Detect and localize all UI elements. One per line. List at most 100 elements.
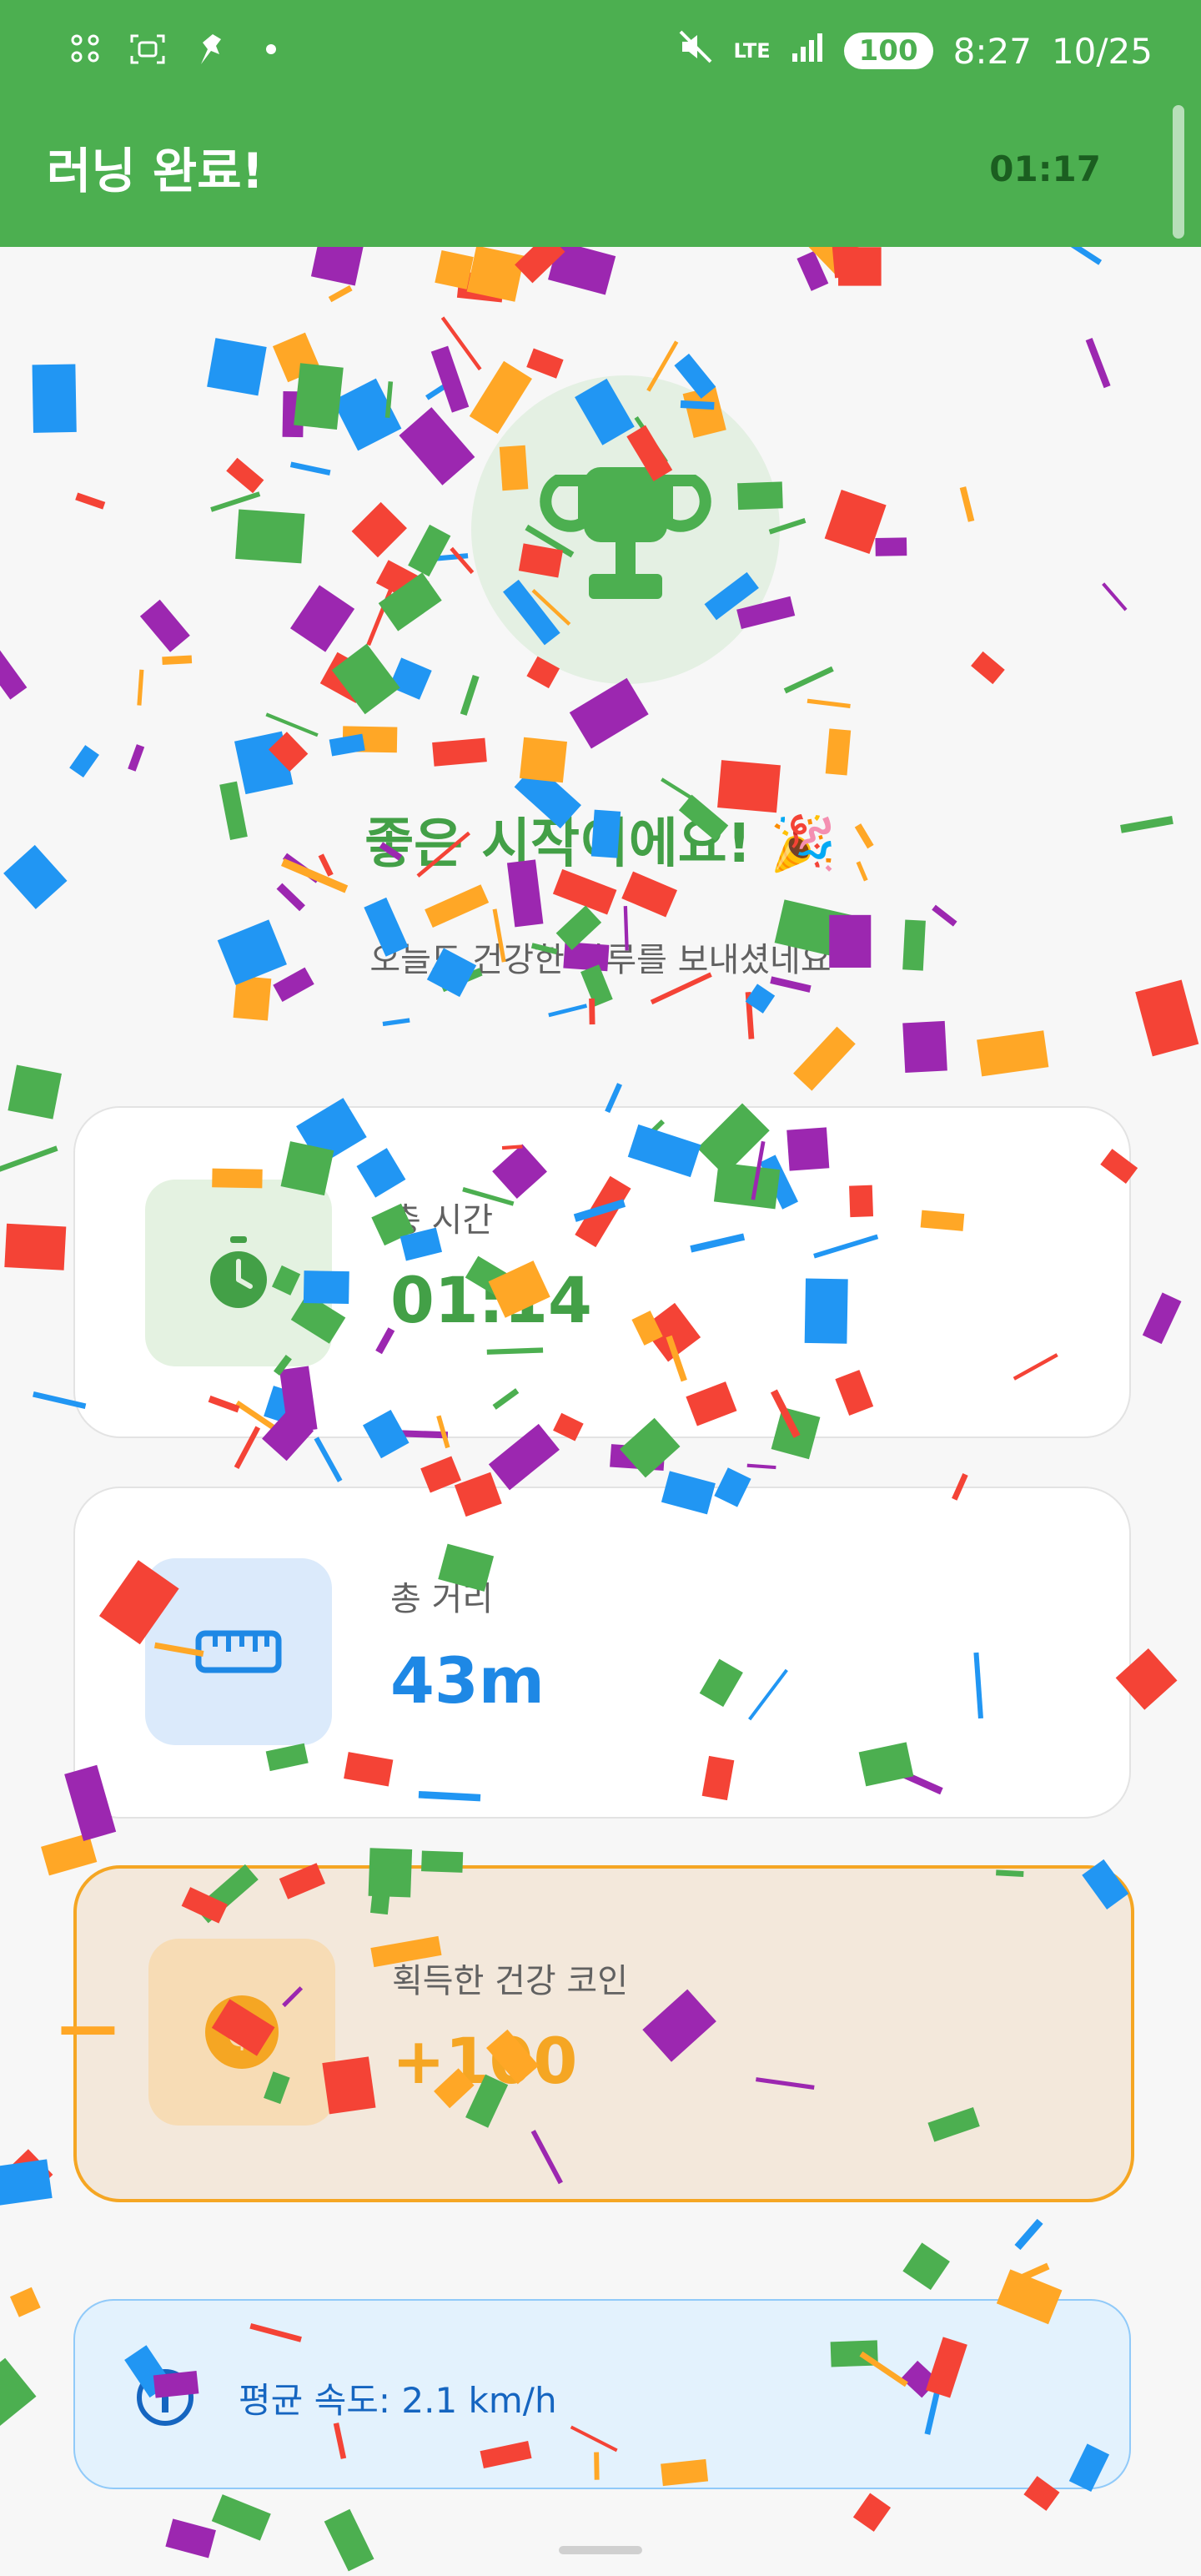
confetti-piece	[425, 375, 460, 400]
confetti-piece	[69, 745, 99, 778]
confetti-piece	[807, 247, 864, 278]
confetti-piece	[328, 284, 353, 303]
confetti-piece	[75, 492, 106, 510]
elapsed-timer: 01:17	[989, 148, 1101, 189]
trophy-icon	[540, 467, 711, 599]
dot-icon	[252, 30, 290, 68]
dollar-coin-icon: $	[205, 1995, 279, 2069]
screenshot-icon	[128, 30, 167, 68]
total-time-card: 총 시간 01:14	[73, 1106, 1131, 1438]
confetti-piece	[351, 501, 407, 558]
ruler-tile	[145, 1558, 332, 1745]
ruler-icon	[195, 1630, 282, 1673]
confetti-piece	[745, 992, 755, 1039]
confetti-piece	[977, 1030, 1049, 1077]
confetti-piece	[139, 599, 190, 652]
average-speed-banner: 평균 속도: 2.1 km/h	[73, 2299, 1131, 2489]
confetti-piece	[32, 364, 77, 433]
confetti-piece	[0, 2159, 53, 2206]
stopwatch-tile	[145, 1180, 332, 1366]
total-distance-card: 총 거리 43m	[73, 1487, 1131, 1819]
confetti-piece	[460, 675, 480, 716]
confetti-piece	[384, 381, 394, 418]
confetti-piece	[0, 1145, 58, 1175]
confetti-piece	[1102, 582, 1128, 611]
confetti-piece	[971, 651, 1005, 685]
confetti-piece	[621, 871, 678, 918]
confetti-piece	[389, 657, 432, 700]
confetti-piece	[783, 666, 834, 694]
battery-level: 100	[843, 33, 933, 69]
confetti-piece	[515, 247, 565, 284]
confetti-piece	[661, 777, 693, 800]
confetti-piece	[289, 461, 331, 476]
total-distance-label: 총 거리	[390, 1580, 494, 1618]
gesture-bar[interactable]	[559, 2546, 642, 2554]
confetti-piece	[435, 553, 469, 561]
status-right: LTE 100 8:27 10/25	[677, 28, 1153, 73]
confetti-piece	[425, 884, 490, 928]
health-coins-value: +100	[392, 2024, 578, 2098]
health-coins-label: 획득한 건강 코인	[392, 1962, 629, 2000]
confetti-piece	[382, 1018, 410, 1027]
confetti-piece	[430, 345, 470, 413]
confetti-piece	[375, 560, 430, 605]
confetti-piece	[902, 2242, 950, 2291]
confetti-piece	[831, 247, 860, 279]
coin-tile: $	[148, 1939, 335, 2126]
confetti-piece	[824, 489, 887, 555]
lte-icon: LTE	[733, 39, 771, 63]
confetti-piece	[569, 677, 649, 749]
confetti-piece	[324, 2508, 374, 2572]
date: 10/25	[1051, 30, 1153, 72]
confetti-piece	[1142, 1292, 1182, 1345]
confetti-piece	[745, 984, 776, 1014]
confetti-piece	[342, 726, 398, 753]
confetti-piece	[825, 728, 852, 776]
confetti-piece	[329, 733, 365, 757]
total-distance-value: 43m	[390, 1643, 545, 1718]
signal-icon	[791, 30, 824, 72]
celebration-subtitle: 오늘도 건강한 하루를 보내셨네요	[369, 941, 832, 979]
confetti-piece	[128, 744, 145, 772]
confetti-piece	[793, 1026, 856, 1091]
confetti-piece	[268, 732, 309, 772]
confetti-piece	[4, 1223, 67, 1270]
confetti-piece	[959, 486, 975, 522]
confetti-piece	[1014, 2218, 1043, 2251]
confetti-piece	[548, 1004, 588, 1018]
confetti-piece	[932, 904, 957, 927]
confetti-piece	[746, 1463, 776, 1470]
confetti-piece	[294, 363, 344, 430]
confetti-piece	[610, 1444, 666, 1471]
confetti-piece	[137, 669, 144, 706]
mute-icon	[677, 28, 714, 73]
confetti-piece	[276, 883, 305, 912]
confetti-piece	[366, 589, 393, 647]
confetti-piece	[1135, 979, 1199, 1057]
confetti-piece	[319, 652, 374, 703]
total-time-value: 01:14	[390, 1263, 592, 1337]
confetti-piece	[234, 731, 294, 795]
confetti-piece	[852, 2493, 892, 2532]
confetti-piece	[378, 572, 442, 631]
confetti-piece	[807, 698, 851, 709]
scrollbar[interactable]	[1173, 105, 1184, 239]
confetti-piece	[8, 1064, 62, 1119]
confetti-piece	[165, 2518, 216, 2558]
confetti-piece	[0, 2357, 37, 2430]
confetti-piece	[211, 2494, 271, 2541]
confetti-piece	[314, 1436, 343, 1482]
average-speed-text: 평균 속도: 2.1 km/h	[239, 2380, 557, 2421]
info-icon	[137, 2369, 193, 2426]
confetti-piece	[1085, 338, 1111, 389]
app-header: LTE 100 8:27 10/25 러닝 완료! 01:17	[0, 0, 1201, 247]
confetti-piece	[435, 250, 474, 289]
confetti-piece	[519, 737, 568, 783]
confetti-piece	[796, 250, 829, 291]
confetti-piece	[1057, 247, 1103, 265]
confetti-piece	[233, 975, 272, 1021]
status-bar: LTE 100 8:27 10/25	[0, 0, 1201, 108]
confetti-piece	[589, 998, 595, 1025]
confetti-piece	[450, 546, 475, 575]
